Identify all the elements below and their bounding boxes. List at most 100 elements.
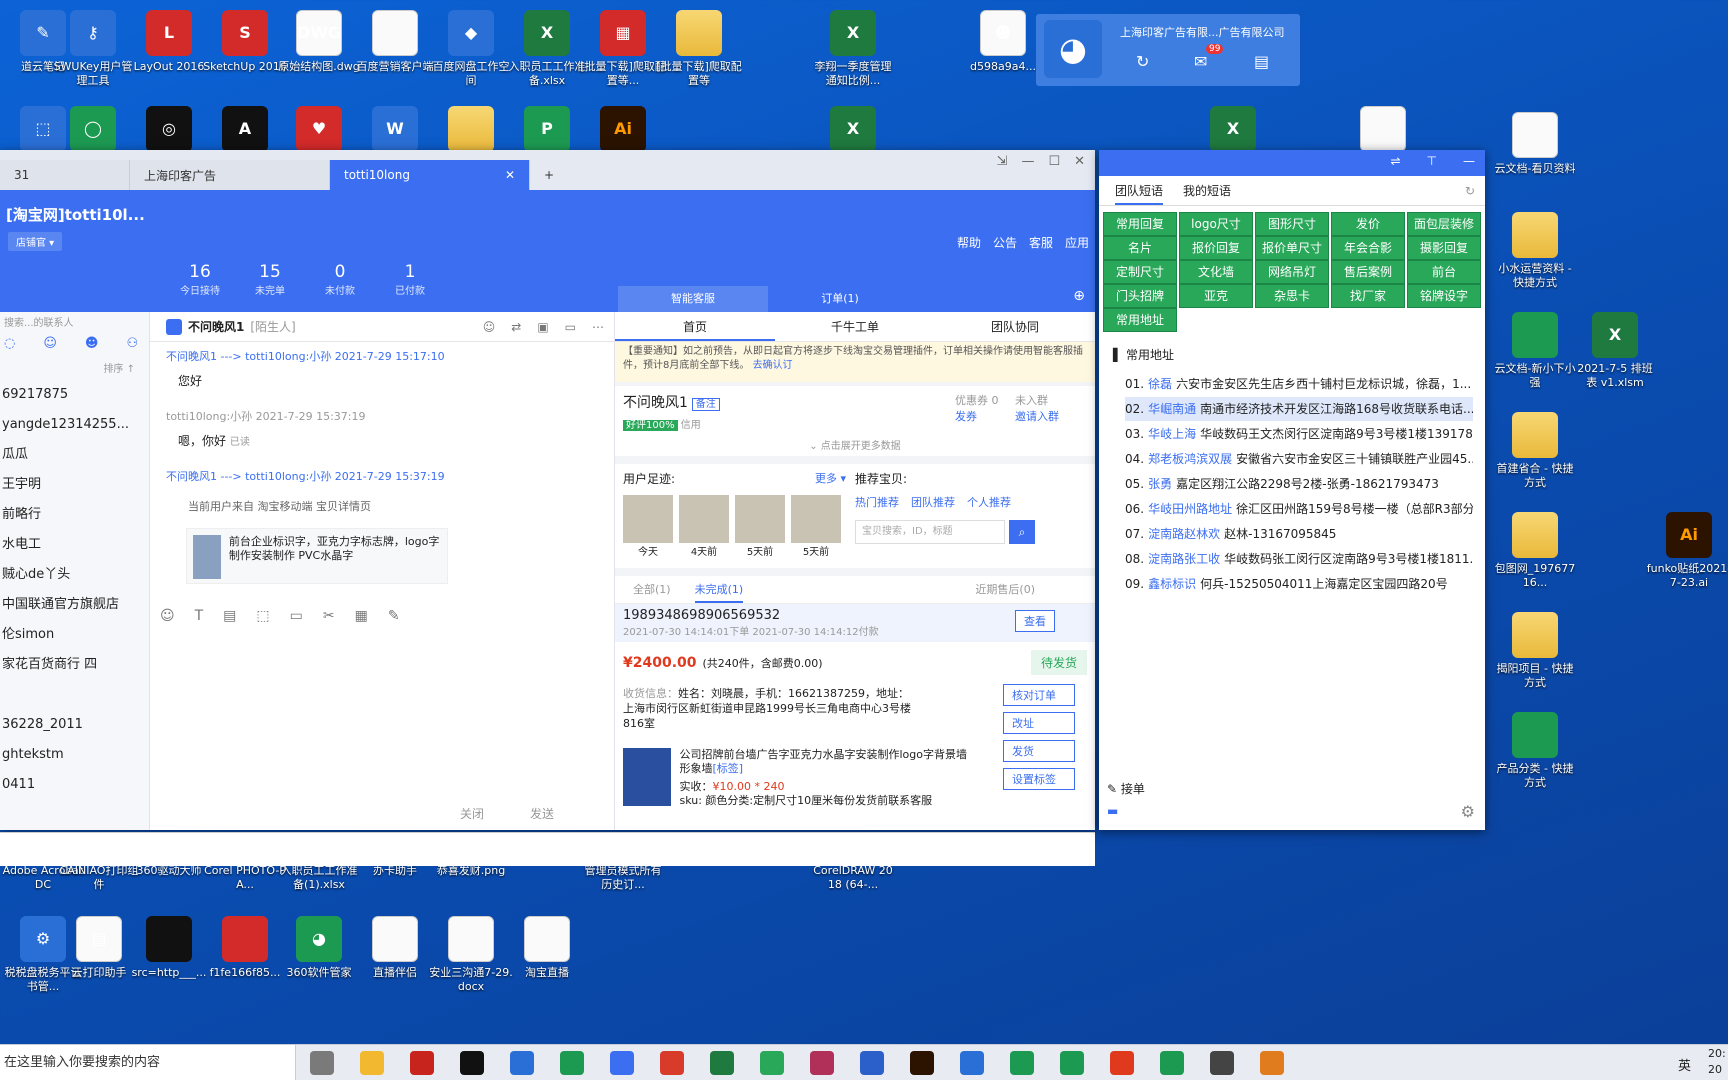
image-icon[interactable]: ▤	[223, 608, 236, 624]
desktop-icon[interactable]: DWG 原始结构图.dwg	[276, 10, 362, 74]
minimize-icon[interactable]: —	[1463, 154, 1475, 168]
phrase-group-button[interactable]: 报价单尺寸	[1255, 236, 1329, 260]
phrase-group-button[interactable]: 杂思卡	[1255, 284, 1329, 308]
phrase-group-button[interactable]: 售后案例	[1331, 260, 1405, 284]
check-order-button[interactable]: 核对订单	[1003, 684, 1075, 706]
stat-today[interactable]: 16 今日接待	[165, 262, 235, 297]
footprint-item[interactable]: 4天前	[679, 495, 729, 558]
desktop-icon[interactable]: src=http___...	[126, 916, 212, 980]
rec-tab-team[interactable]: 团队推荐	[911, 494, 955, 510]
footprint-more[interactable]: 更多 ▾	[815, 470, 846, 486]
taskbar-app-icon[interactable]	[460, 1051, 484, 1075]
search-button[interactable]: ⌕	[1009, 520, 1035, 544]
desktop-icon[interactable]: 百度营销客户端	[352, 10, 438, 74]
contact-item[interactable]: ghtekstm	[0, 740, 149, 770]
right-tab-ticket[interactable]: 千牛工单	[775, 312, 935, 341]
emoji-icon[interactable]: ☺	[160, 608, 175, 624]
phrase-group-button[interactable]: 面包层装修	[1407, 212, 1481, 236]
desktop-icon[interactable]	[428, 106, 514, 156]
desktop-icon[interactable]: [批量下载]爬取配置等	[656, 10, 742, 88]
scissors-icon[interactable]: ✂	[323, 608, 335, 624]
menu-apps[interactable]: 应用	[1065, 234, 1089, 251]
desktop-icon[interactable]: ♥	[276, 106, 362, 156]
address-item[interactable]: 01. 徐磊 六安市金安区先生店乡西十铺村巨龙标识城，徐磊，1...	[1125, 372, 1473, 396]
rec-tab-hot[interactable]: 热门推荐	[855, 494, 899, 510]
phrase-group-button[interactable]: 文化墙	[1179, 260, 1253, 284]
taskbar-app-icon[interactable]	[410, 1051, 434, 1075]
desktop-icon[interactable]: Ai funko贴纸2021-7-23.ai	[1646, 512, 1728, 590]
user-icon[interactable]: ☺	[43, 336, 57, 360]
contact-item[interactable]: 王宇明	[0, 470, 149, 500]
taskbar-app-icon[interactable]	[960, 1051, 984, 1075]
phrase-group-button[interactable]: 前台	[1407, 260, 1481, 284]
phrase-group-button[interactable]: 门头招牌	[1103, 284, 1177, 308]
taskbar-app-icon[interactable]	[660, 1051, 684, 1075]
menu-help[interactable]: 帮助	[957, 234, 981, 251]
set-tag-button[interactable]: 设置标签	[1003, 768, 1075, 790]
right-tab-home[interactable]: 首页	[615, 312, 775, 341]
close-icon[interactable]: ✕	[1074, 154, 1085, 169]
desktop-icon[interactable]: 办卡助手	[352, 864, 438, 878]
order-tab-all[interactable]: 全部(1)	[633, 576, 671, 603]
taskbar-app-icon[interactable]	[910, 1051, 934, 1075]
phrase-group-button[interactable]: 网络吊灯	[1255, 260, 1329, 284]
desktop-icon[interactable]: W	[352, 106, 438, 156]
taskbar-app-icon[interactable]	[1010, 1051, 1034, 1075]
desktop-icon[interactable]: 产品分类 - 快捷方式	[1492, 712, 1578, 790]
taskbar-app-icon[interactable]	[1160, 1051, 1184, 1075]
desktop-icon[interactable]: 首建省合 - 快捷方式	[1492, 412, 1578, 490]
order-tab-unfinished[interactable]: 未完成(1)	[694, 576, 744, 603]
tab-team-phrases[interactable]: 团队短语	[1115, 176, 1164, 205]
stat-unpaid[interactable]: 0 未付款	[305, 262, 375, 297]
desktop-icon[interactable]: ☻ d598a9a4...	[960, 10, 1046, 74]
desktop-icon[interactable]	[1340, 106, 1426, 156]
contact-item[interactable]: 水电工	[0, 530, 149, 560]
contact-item[interactable]: 0411	[0, 770, 149, 800]
close-tab-icon[interactable]: ✕	[505, 168, 515, 182]
desktop-icon[interactable]: ⚷ SWUKey用户管理工具	[50, 10, 136, 88]
desktop-icon[interactable]: P	[504, 106, 590, 156]
phrase-group-button[interactable]: 发价	[1331, 212, 1405, 236]
sort-label[interactable]: 排序 ↑	[0, 360, 149, 380]
message-input[interactable]	[150, 632, 614, 800]
taskbar-app-icon[interactable]	[1210, 1051, 1234, 1075]
address-item[interactable]: 04. 郑老板鸿滨双展 安徽省六安市金安区三十铺镇联胜产业园45...	[1125, 447, 1473, 471]
taskbar-lang[interactable]: 英	[1678, 1055, 1691, 1074]
desktop-icon[interactable]: 360驱动大师	[126, 864, 212, 878]
taskbar-clock[interactable]: 20:	[1708, 1047, 1726, 1060]
desktop-icon[interactable]: 云文档-看贝资料	[1492, 112, 1578, 176]
taskbar-app-icon[interactable]	[560, 1051, 584, 1075]
footprint-item[interactable]: 5天前	[735, 495, 785, 558]
footprint-item[interactable]: 5天前	[791, 495, 841, 558]
footer-label[interactable]: 接单	[1121, 782, 1145, 796]
desktop-icon[interactable]: X 2021-7-5 排班表 v1.xlsm	[1572, 312, 1658, 390]
shop-role-button[interactable]: 店铺官 ▾	[8, 232, 63, 251]
buyer-tag[interactable]: 备注	[691, 398, 720, 411]
pin-icon[interactable]: ⇲	[997, 154, 1008, 169]
contact-item[interactable]	[0, 680, 149, 710]
smile-icon[interactable]: ☺	[483, 320, 496, 334]
taskbar-app-icon[interactable]	[510, 1051, 534, 1075]
gear-icon[interactable]: ⚙	[1461, 802, 1475, 821]
order-note-button[interactable]: 查看	[1015, 610, 1055, 632]
calendar-icon[interactable]: ▤	[1254, 52, 1269, 71]
notice-link[interactable]: 去确认订	[753, 360, 793, 371]
desktop-icon[interactable]: Ai	[580, 106, 666, 156]
address-item[interactable]: 09. 鑫标标识 何兵-15250504011上海嘉定区宝园四路20号	[1125, 572, 1473, 596]
minimize-icon[interactable]: —	[1021, 154, 1034, 169]
taskbar-app-icon[interactable]	[360, 1051, 384, 1075]
settings-icon[interactable]: ⊕	[1073, 288, 1085, 304]
new-tab-button[interactable]: +	[530, 160, 568, 190]
phrase-group-button[interactable]: 亚克	[1179, 284, 1253, 308]
stat-paid[interactable]: 1 已付款	[375, 262, 445, 297]
invite-button[interactable]: 邀请入群	[1015, 408, 1059, 424]
desktop-icon[interactable]: ◕ 360软件管家	[276, 916, 362, 980]
desktop-icon[interactable]: 入职员工工作准备(1).xlsx	[276, 864, 362, 892]
right-tab-team[interactable]: 团队协同	[935, 312, 1095, 341]
taskbar-app-icon[interactable]	[760, 1051, 784, 1075]
contact-item[interactable]: 瓜瓜	[0, 440, 149, 470]
toggle-icon[interactable]: ⇌	[1390, 154, 1400, 168]
tab-company[interactable]: 上海印客广告	[130, 160, 330, 190]
edit-icon[interactable]: ✎	[388, 608, 400, 624]
desktop-icon[interactable]: ◯	[50, 106, 136, 156]
